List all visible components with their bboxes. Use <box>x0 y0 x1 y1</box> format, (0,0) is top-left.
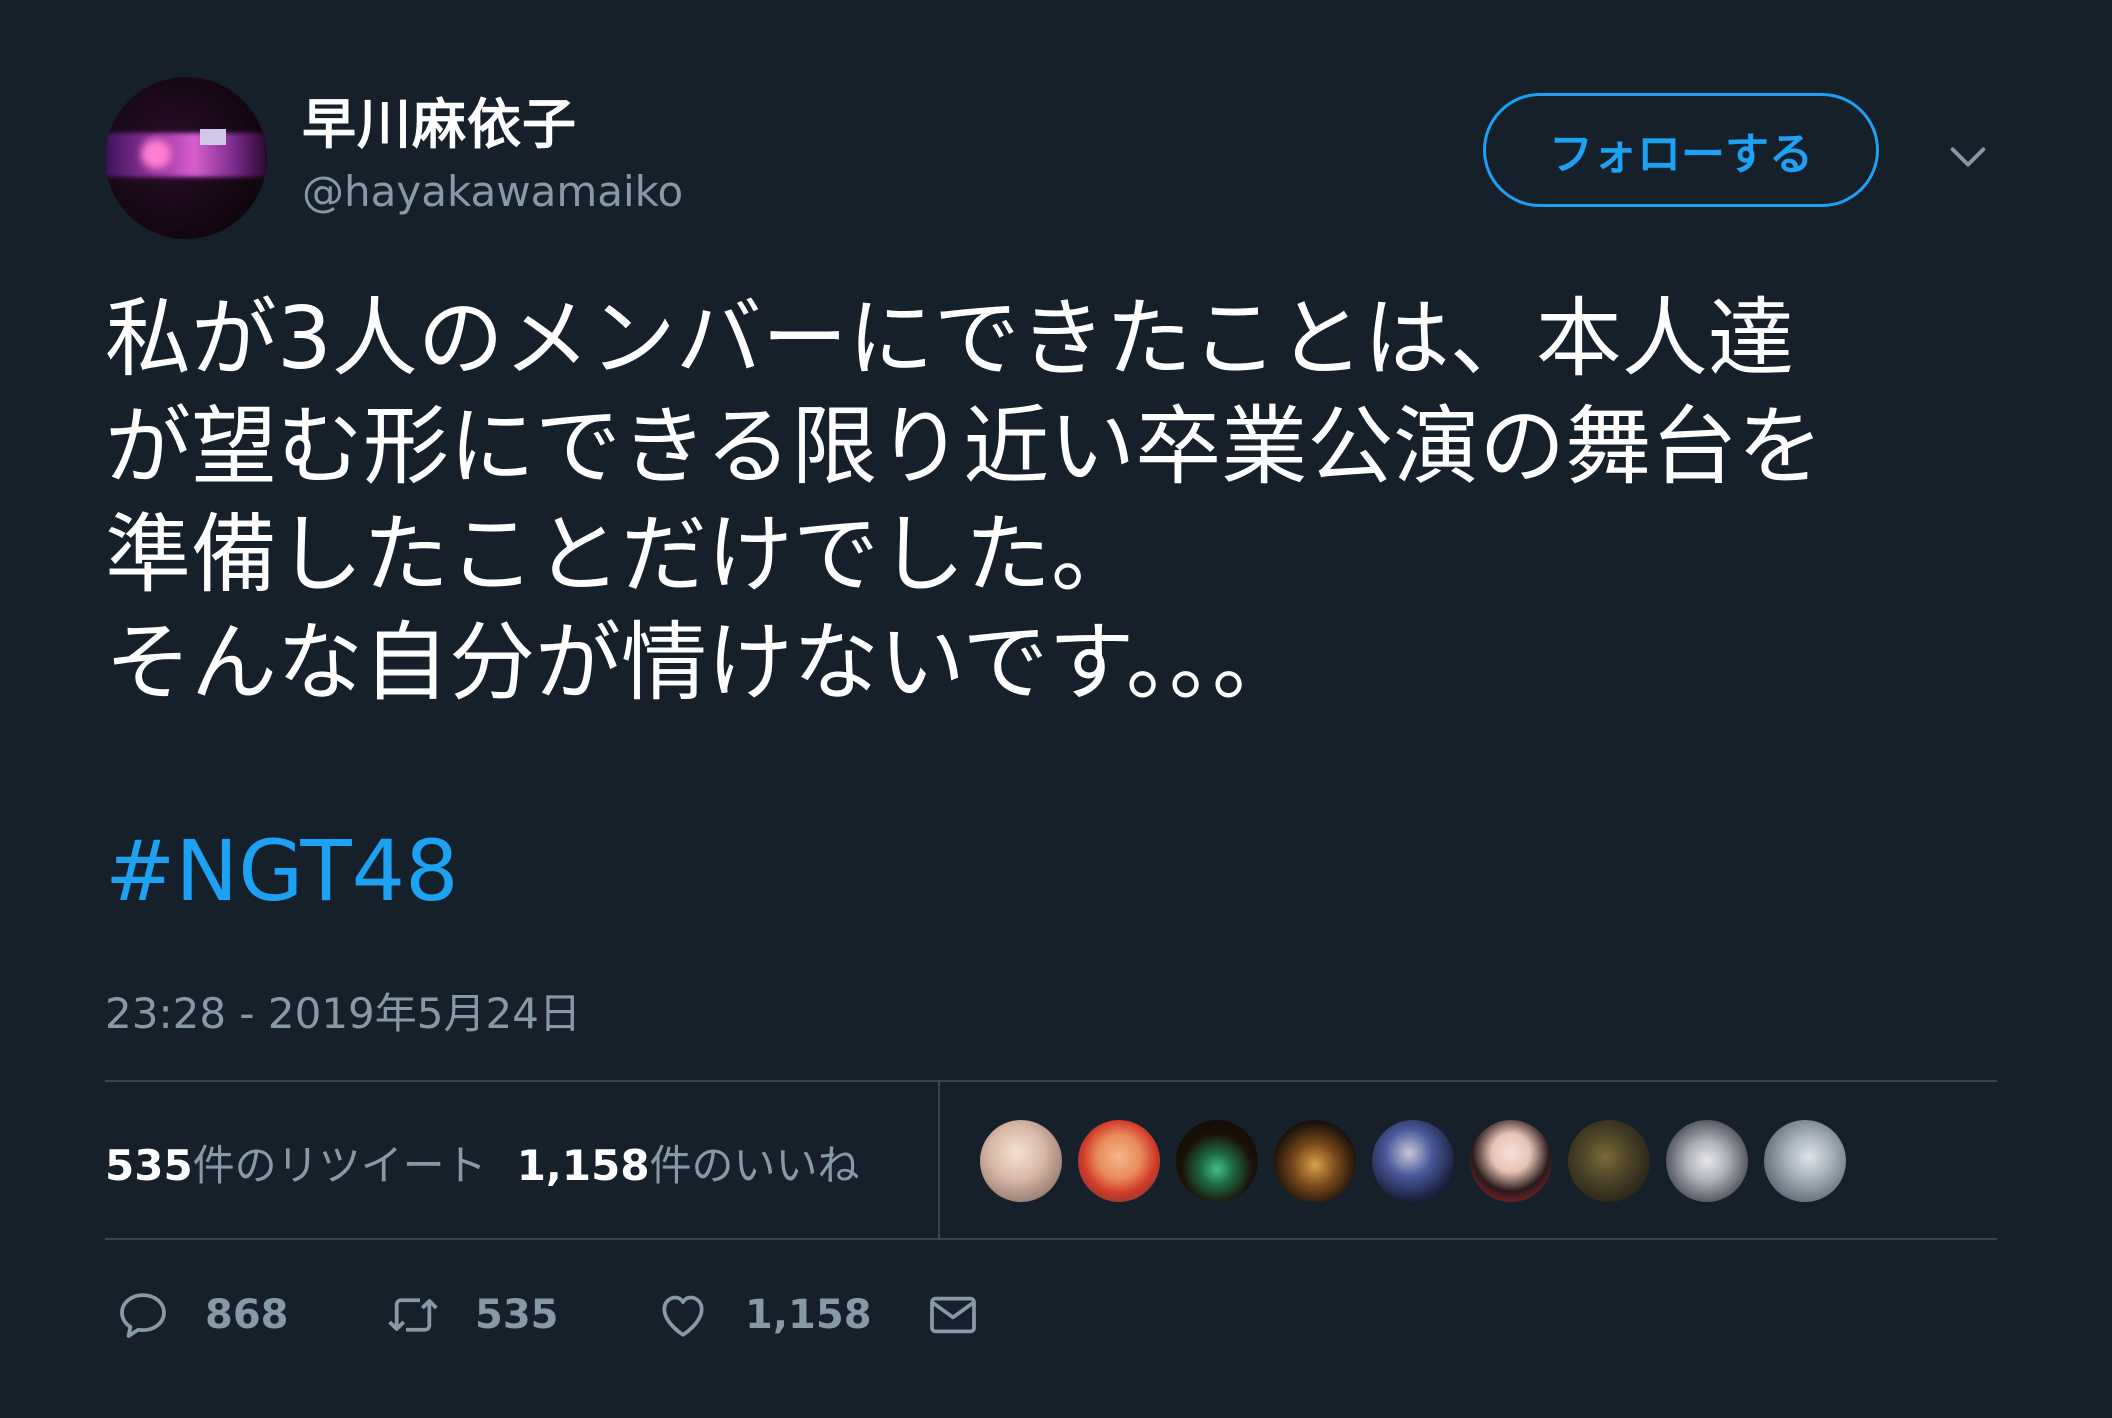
liker-avatar[interactable] <box>1470 1120 1552 1202</box>
retweet-stat-label: 件のリツイート <box>192 1141 487 1190</box>
reply-icon <box>120 1293 166 1338</box>
likers-avatars <box>980 1120 1846 1202</box>
retweet-stat-count: 535 <box>105 1141 193 1190</box>
liker-avatar[interactable] <box>1274 1120 1356 1202</box>
liker-avatar[interactable] <box>1372 1120 1454 1202</box>
like-stat-count: 1,158 <box>516 1141 650 1190</box>
tweet-actions: 868 535 1,158 <box>115 1285 981 1345</box>
user-avatar[interactable] <box>105 77 267 239</box>
follow-button[interactable]: フォローする <box>1483 93 1879 207</box>
liker-avatar[interactable] <box>1176 1120 1258 1202</box>
divider <box>105 1080 1997 1082</box>
retweet-button[interactable]: 535 <box>385 1287 655 1343</box>
chevron-down-icon[interactable] <box>1945 134 1991 180</box>
reply-button[interactable]: 868 <box>115 1287 385 1343</box>
avatar-stage-image <box>105 133 267 177</box>
reply-count: 868 <box>205 1292 289 1338</box>
liker-avatar[interactable] <box>1568 1120 1650 1202</box>
tweet-text: 私が3人のメンバーにできたことは、本人達 が望む形にできる限り近い卒業公演の舞台… <box>105 285 2025 717</box>
retweet-count: 535 <box>475 1292 559 1338</box>
hashtag-link[interactable]: #NGT48 <box>105 822 459 920</box>
liker-avatar[interactable] <box>1078 1120 1160 1202</box>
liker-avatar[interactable] <box>980 1120 1062 1202</box>
tweet-text-line: 私が3人のメンバーにできたことは、本人達 <box>105 289 1794 389</box>
retweet-stat[interactable]: 535件のリツイート <box>105 1141 487 1190</box>
avatar-screen-image <box>200 129 226 145</box>
mail-icon <box>930 1296 976 1334</box>
avatar-light-image <box>141 139 171 169</box>
stats-divider <box>938 1082 940 1240</box>
liker-avatar[interactable] <box>1666 1120 1748 1202</box>
tweet-timestamp[interactable]: 23:28 - 2019年5月24日 <box>105 980 581 1041</box>
liker-avatar[interactable] <box>1764 1120 1846 1202</box>
tweet-text-line: 準備したことだけでした。 <box>105 505 1137 605</box>
like-stat[interactable]: 1,158件のいいね <box>517 1141 860 1190</box>
like-count: 1,158 <box>745 1292 872 1338</box>
like-button[interactable]: 1,158 <box>655 1287 925 1343</box>
tweet-detail: 早川麻依子 @hayakawamaiko フォローする 私が3人のメンバーにでき… <box>0 0 2112 1418</box>
like-stat-label: 件のいいね <box>649 1141 860 1190</box>
heart-icon <box>662 1295 704 1337</box>
direct-message-button[interactable] <box>925 1287 981 1343</box>
user-handle[interactable]: @hayakawamaiko <box>302 167 683 216</box>
divider <box>105 1238 1997 1240</box>
retweet-icon <box>388 1298 438 1332</box>
user-display-name[interactable]: 早川麻依子 <box>302 80 577 159</box>
tweet-stats: 535件のリツイート 1,158件のいいね <box>105 1132 860 1193</box>
tweet-text-line: そんな自分が情けないです。。。 <box>105 613 1298 713</box>
tweet-text-line: が望む形にできる限り近い卒業公演の舞台を <box>105 397 1824 497</box>
